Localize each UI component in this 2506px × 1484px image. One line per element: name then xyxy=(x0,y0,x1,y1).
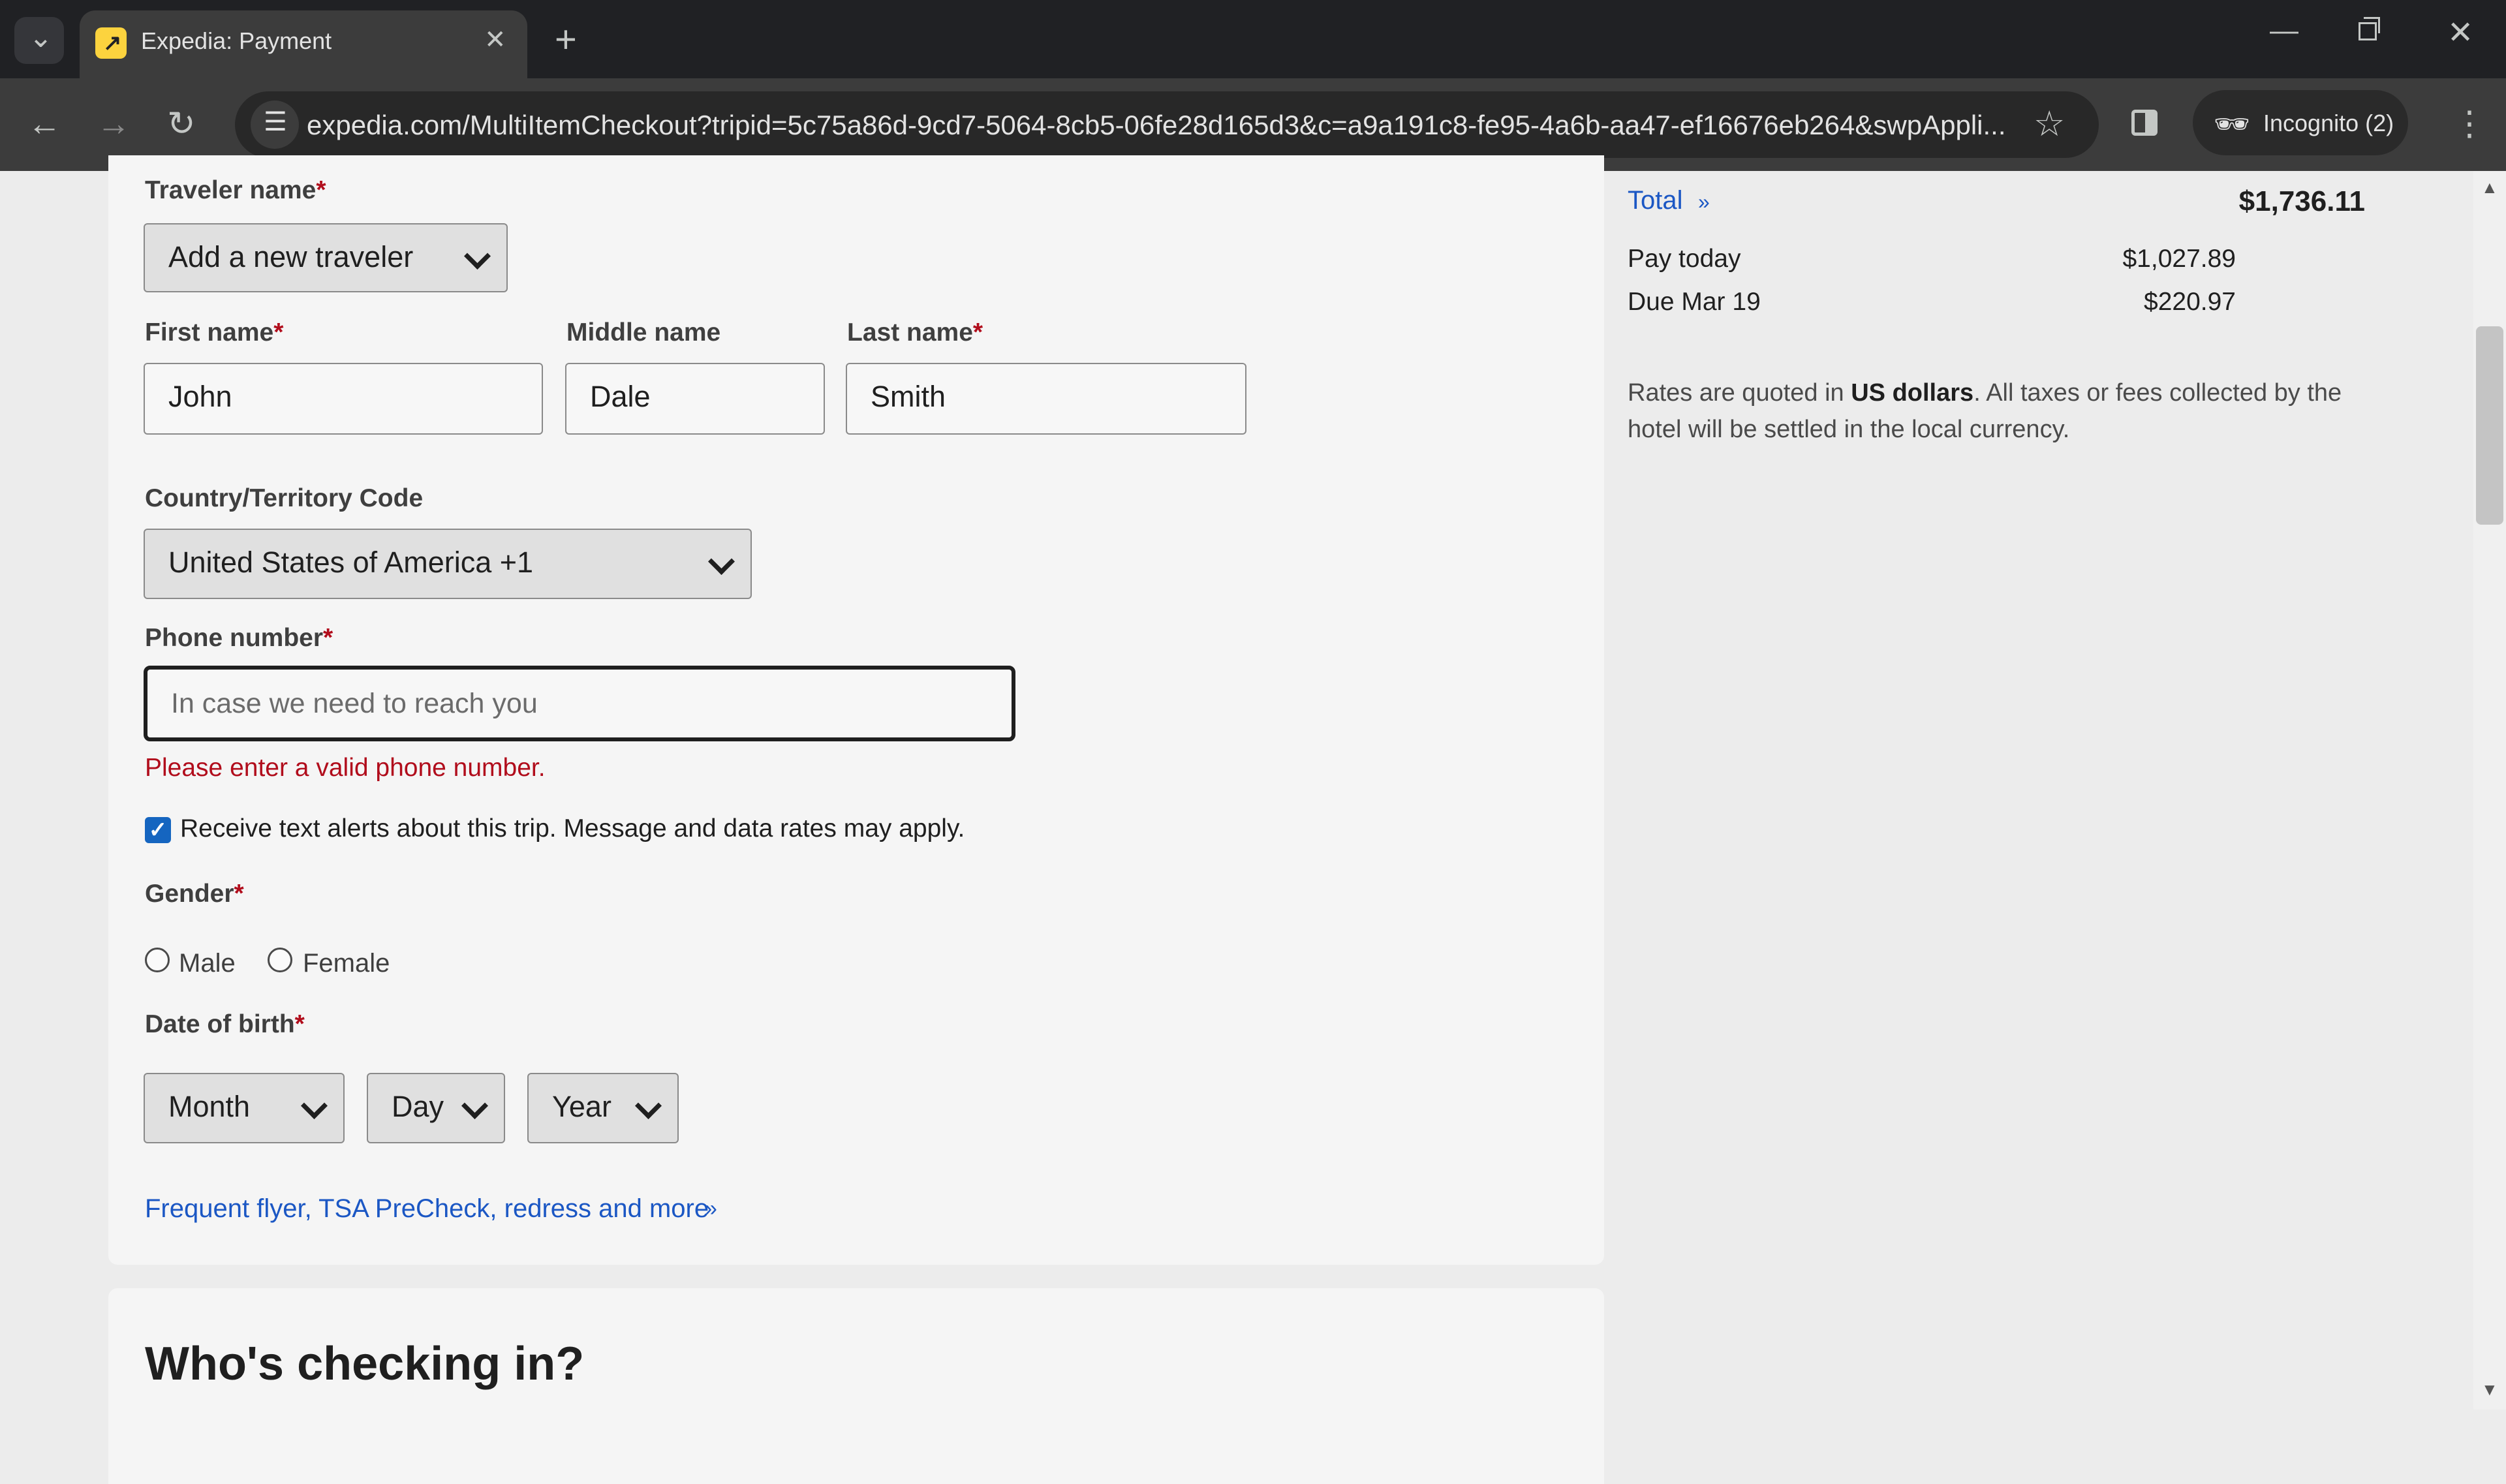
double-chevron-down-icon[interactable]: » xyxy=(705,1192,717,1226)
gender-label: Gender* xyxy=(145,880,244,908)
total-amount: $1,736.11 xyxy=(2238,185,2365,217)
chevron-down-icon xyxy=(461,1092,489,1120)
reload-icon[interactable]: ↻ xyxy=(167,104,196,144)
chevron-down-icon xyxy=(463,242,491,270)
phone-number-label: Phone number* xyxy=(145,624,333,652)
chevron-down-icon xyxy=(707,548,735,576)
traveler-name-label: Traveler name* xyxy=(145,176,326,204)
gender-male-radio[interactable] xyxy=(145,948,170,972)
text-alerts-checkbox[interactable]: ✓ xyxy=(145,817,171,843)
incognito-icon: 🕶 xyxy=(2214,108,2250,140)
new-tab-button[interactable]: + xyxy=(555,16,577,64)
country-code-label: Country/Territory Code xyxy=(145,484,424,512)
dob-day-value: Day xyxy=(392,1090,444,1123)
checking-in-heading: Who's checking in? xyxy=(145,1338,585,1390)
country-code-select[interactable]: United States of America +1 xyxy=(144,529,752,599)
gender-female-radio[interactable] xyxy=(268,948,292,972)
last-name-field[interactable]: Smith xyxy=(846,363,1246,435)
scroll-down-icon[interactable]: ▼ xyxy=(2481,1380,2498,1400)
frequent-flyer-link[interactable]: Frequent flyer, TSA PreCheck, redress an… xyxy=(145,1192,709,1226)
back-icon[interactable]: ← xyxy=(27,104,61,144)
chevron-down-icon xyxy=(300,1092,328,1120)
expedia-logo-icon: ↗ xyxy=(95,27,127,59)
site-info-button[interactable]: ☰ xyxy=(251,100,299,149)
dob-year-select[interactable]: Year xyxy=(527,1073,679,1143)
total-toggle[interactable]: Total xyxy=(1628,184,1683,217)
pay-today-label: Pay today xyxy=(1628,245,1741,273)
traveler-select-value: Add a new traveler xyxy=(168,240,414,273)
due-amount: $220.97 xyxy=(2144,288,2236,316)
bookmark-star-icon[interactable]: ☆ xyxy=(2034,104,2065,144)
date-of-birth-label: Date of birth* xyxy=(145,1010,305,1038)
phone-error-message: Please enter a valid phone number. xyxy=(145,754,546,782)
text-alerts-label[interactable]: Receive text alerts about this trip. Mes… xyxy=(180,812,965,846)
first-name-field[interactable]: John xyxy=(144,363,543,435)
window-close-icon[interactable]: ✕ xyxy=(2447,14,2473,51)
dob-month-select[interactable]: Month xyxy=(144,1073,345,1143)
pay-today-amount: $1,027.89 xyxy=(2122,245,2236,273)
scroll-up-icon[interactable]: ▲ xyxy=(2481,178,2498,198)
dob-year-value: Year xyxy=(552,1090,611,1123)
tune-icon: ☰ xyxy=(264,108,287,136)
gender-female-label[interactable]: Female xyxy=(303,946,390,980)
chevron-down-icon xyxy=(634,1092,662,1120)
chevron-down-icon: ⌄ xyxy=(29,22,53,54)
side-panel-icon[interactable] xyxy=(2131,110,2158,136)
tab-close-icon[interactable]: ✕ xyxy=(484,22,506,57)
middle-name-field[interactable]: Dale xyxy=(565,363,825,435)
minimize-icon[interactable]: — xyxy=(2270,14,2298,47)
tab-title: Expedia: Payment xyxy=(141,27,332,54)
forward-icon[interactable]: → xyxy=(97,104,131,144)
more-menu-icon[interactable]: ⋮ xyxy=(2452,104,2486,144)
url-text[interactable]: expedia.com/MultiItemCheckout?tripid=5c7… xyxy=(307,108,2017,142)
incognito-label: Incognito (2) xyxy=(2263,110,2394,136)
tab-search-button[interactable]: ⌄ xyxy=(14,17,64,64)
due-date-label: Due Mar 19 xyxy=(1628,288,1761,316)
restore-icon[interactable] xyxy=(2359,17,2380,40)
currency-note: Rates are quoted in US dollars. All taxe… xyxy=(1628,379,2342,443)
traveler-select[interactable]: Add a new traveler xyxy=(144,223,508,292)
dob-month-value: Month xyxy=(168,1090,251,1123)
phone-number-input[interactable]: In case we need to reach you xyxy=(144,666,1015,741)
country-code-value: United States of America +1 xyxy=(168,546,534,579)
double-chevron-down-icon[interactable]: » xyxy=(1698,185,1710,218)
first-name-label: First name* xyxy=(145,318,284,347)
last-name-label: Last name* xyxy=(847,318,983,347)
dob-day-select[interactable]: Day xyxy=(367,1073,505,1143)
gender-male-label[interactable]: Male xyxy=(179,946,236,980)
middle-name-label: Middle name xyxy=(566,318,721,347)
scrollbar-thumb[interactable] xyxy=(2476,326,2503,525)
